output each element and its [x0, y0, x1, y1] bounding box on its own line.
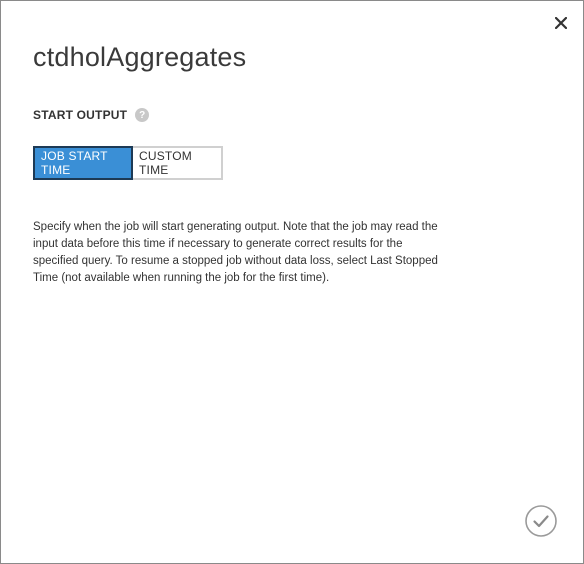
- dialog: ctdholAggregates START OUTPUT ? JOB STAR…: [0, 0, 584, 564]
- close-icon: [555, 17, 567, 29]
- dialog-title: ctdholAggregates: [33, 42, 247, 72]
- description-text: Specify when the job will start generati…: [33, 221, 438, 284]
- start-output-header: START OUTPUT ?: [33, 108, 150, 122]
- confirm-button[interactable]: [525, 505, 557, 537]
- job-start-time-option[interactable]: JOB START TIME: [33, 146, 133, 180]
- checkmark-icon: [525, 505, 557, 537]
- help-icon[interactable]: ?: [135, 108, 150, 122]
- start-output-label: START OUTPUT: [33, 108, 128, 122]
- custom-time-option[interactable]: CUSTOM TIME: [133, 146, 223, 180]
- start-output-toggle: JOB START TIME CUSTOM TIME: [33, 146, 223, 180]
- close-button[interactable]: [551, 13, 571, 33]
